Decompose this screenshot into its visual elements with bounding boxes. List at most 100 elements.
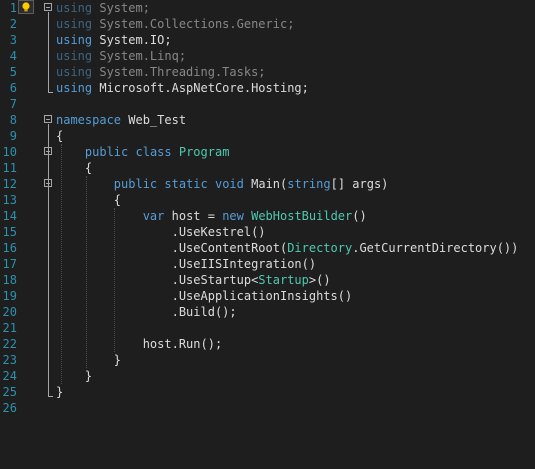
keyword-token: new: [222, 209, 244, 223]
line-number: 10: [2, 145, 17, 159]
code-token: .UseStartup<: [56, 273, 259, 287]
code-line[interactable]: 23 }: [0, 352, 535, 368]
keyword-token: public: [84, 145, 129, 159]
code-text: }: [56, 368, 92, 384]
code-token: Web_Test: [121, 113, 187, 127]
line-number: 4: [9, 49, 17, 63]
collapse-icon[interactable]: [44, 147, 52, 155]
line-number: 3: [9, 33, 17, 47]
code-line[interactable]: 15 .UseKestrel(): [0, 224, 535, 240]
lightbulb-icon[interactable]: [18, 0, 34, 14]
keyword-token: void: [214, 177, 244, 191]
line-number: 7: [9, 97, 17, 111]
keyword-token: using: [56, 17, 93, 31]
code-text: using Microsoft.AspNetCore.Hosting;: [56, 80, 309, 96]
code-line[interactable]: 20 .Build();: [0, 304, 535, 320]
code-token: .GetCurrentDirectory()): [352, 241, 519, 255]
code-token: .UseContentRoot(: [56, 241, 288, 255]
code-text: using System.Linq;: [56, 48, 186, 64]
line-number: 6: [9, 81, 17, 95]
code-text: .UseKestrel(): [56, 224, 266, 240]
code-line[interactable]: 26: [0, 400, 535, 416]
code-token: (): [352, 209, 367, 223]
code-token: >(): [308, 273, 331, 287]
line-number: 2: [9, 17, 17, 31]
code-token: System.Threading.Tasks;: [92, 65, 266, 79]
code-text: using System.IO;: [56, 32, 172, 48]
code-line[interactable]: 11 {: [0, 160, 535, 176]
type-token: Startup: [258, 273, 309, 287]
code-text: {: [56, 128, 63, 144]
code-token: {: [56, 129, 64, 143]
code-line[interactable]: 12 public static void Main(string[] args…: [0, 176, 535, 192]
code-line[interactable]: 4 using System.Linq;: [0, 48, 535, 64]
code-line[interactable]: 8 namespace Web_Test: [0, 112, 535, 128]
code-text: {: [56, 160, 92, 176]
code-token: host.Run();: [56, 337, 223, 351]
code-line[interactable]: 25}: [0, 384, 535, 400]
line-number: 18: [2, 273, 17, 287]
code-token: }: [56, 385, 64, 399]
code-line[interactable]: 18 .UseStartup<Startup>(): [0, 272, 535, 288]
code-text: public class Program: [56, 144, 230, 160]
line-number: 14: [2, 209, 17, 223]
code-line[interactable]: 21: [0, 320, 535, 336]
code-line[interactable]: 2 using System.Collections.Generic;: [0, 16, 535, 32]
code-text: .UseIISIntegration(): [56, 256, 317, 272]
code-line[interactable]: 13 {: [0, 192, 535, 208]
keyword-token: using: [56, 1, 93, 15]
type-token: WebHostBuilder: [251, 209, 353, 223]
code-text: using System;: [56, 0, 150, 16]
code-text: var host = new WebHostBuilder(): [56, 208, 367, 224]
code-line[interactable]: 5 using System.Threading.Tasks;: [0, 64, 535, 80]
code-line[interactable]: 7: [0, 96, 535, 112]
code-line[interactable]: 22 host.Run();: [0, 336, 535, 352]
code-text: host.Run();: [56, 336, 222, 352]
keyword-token: public: [113, 177, 158, 191]
line-number: 21: [2, 321, 17, 335]
code-line[interactable]: 9{: [0, 128, 535, 144]
keyword-token: static: [164, 177, 208, 191]
code-text: using System.Collections.Generic;: [56, 16, 294, 32]
code-token: .UseIISIntegration(): [56, 257, 317, 271]
code-line[interactable]: 16 .UseContentRoot(Directory.GetCurrentD…: [0, 240, 535, 256]
line-number: 5: [9, 65, 17, 79]
keyword-token: class: [135, 145, 172, 159]
code-token: System;: [92, 1, 150, 15]
collapse-icon[interactable]: [44, 115, 52, 123]
code-text: }: [56, 352, 121, 368]
collapse-icon[interactable]: [44, 3, 52, 11]
code-line[interactable]: 17 .UseIISIntegration(): [0, 256, 535, 272]
line-number: 1: [9, 1, 17, 15]
code-text: using System.Threading.Tasks;: [56, 64, 266, 80]
collapse-icon[interactable]: [44, 179, 52, 187]
code-token: host =: [164, 209, 223, 223]
code-text: .UseStartup<Startup>(): [56, 272, 331, 288]
code-line[interactable]: 24 }: [0, 368, 535, 384]
code-line[interactable]: 1 using System;: [0, 0, 535, 16]
code-line[interactable]: 19 .UseApplicationInsights(): [0, 288, 535, 304]
code-token: Main(: [243, 177, 288, 191]
code-token: System.Collections.Generic;: [92, 17, 295, 31]
code-token: [] args): [330, 177, 389, 191]
code-editor[interactable]: 1 using System; 2 using System.Collections.…: [0, 0, 535, 469]
code-text: }: [56, 384, 63, 400]
line-number: 26: [2, 401, 17, 415]
type-token: Program: [178, 145, 230, 159]
line-number: 24: [2, 369, 17, 383]
code-line[interactable]: 14 var host = new WebHostBuilder(): [0, 208, 535, 224]
code-token: System.IO;: [92, 33, 172, 47]
line-number: 8: [9, 113, 17, 127]
code-text: namespace Web_Test: [56, 112, 186, 128]
code-text: .UseApplicationInsights(): [56, 288, 353, 304]
code-line[interactable]: 6 using Microsoft.AspNetCore.Hosting;: [0, 80, 535, 96]
line-number: 11: [2, 161, 17, 175]
code-line[interactable]: 10 public class Program: [0, 144, 535, 160]
code-text: .Build();: [56, 304, 237, 320]
type-token: Directory: [287, 241, 353, 255]
code-line[interactable]: 3 using System.IO;: [0, 32, 535, 48]
